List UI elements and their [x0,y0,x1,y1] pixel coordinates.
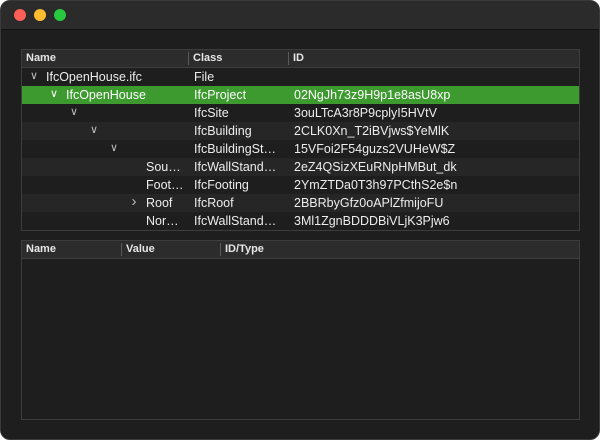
tree-row[interactable]: ∨ IfcOpenHouse IfcProject 02NgJh73z9H9p1e8a… [22,86,579,104]
tree-row-name: Sou… [146,160,181,174]
tree-row[interactable]: ∨ IfcOpenHouse.ifc File [22,68,579,86]
tree-row-id: 3Ml1ZgnBDDDBiVLjK3Pjw6 [294,214,450,228]
tree-row[interactable]: ∨ IfcBuilding 2CLK0Xn_T2iBVjws$YeMlK [22,122,579,140]
tree-body: ∨ IfcOpenHouse.ifc File ∨ IfcOpenHouse IfcPro… [22,68,579,230]
tree-row[interactable]: Foot… IfcFooting 2YmZTDa0T3h97PCthS2e$n [22,176,579,194]
tree-row-class: IfcBuildingSt… [194,142,276,156]
chevron-right-icon[interactable]: › [128,193,140,210]
app-window: Name Class ID ∨ IfcOpenHouse.ifc File ∨ IfcO… [0,0,600,440]
tree-row-id: 2YmZTDa0T3h97PCthS2e$n [294,178,458,192]
column-divider[interactable] [188,52,189,65]
close-window-button[interactable] [14,9,26,21]
tree-row-class: IfcBuilding [194,124,252,138]
entity-tree-view[interactable]: Name Class ID ∨ IfcOpenHouse.ifc File ∨ IfcO… [21,49,580,231]
tree-row-class: IfcProject [194,88,247,102]
column-header-value[interactable]: Value [126,243,155,255]
tree-row-id: 2BBRbyGfz0oAPlZfmijoFU [294,196,444,210]
tree-row-id: 2CLK0Xn_T2iBVjws$YeMlK [294,124,450,138]
column-header-id[interactable]: ID [293,52,304,64]
tree-row[interactable]: ∨ IfcSite 3ouLTcA3r8P9cplyI5HVtV [22,104,579,122]
column-divider[interactable] [220,243,221,256]
title-bar [1,1,599,30]
tree-row-name: Roof [146,196,173,210]
chevron-down-icon[interactable]: ∨ [28,69,40,82]
zoom-window-button[interactable] [54,9,66,21]
tree-row-id: 2eZ4QSizXEuRNpHMBut_dk [294,160,457,174]
column-divider[interactable] [121,243,122,256]
column-header-name[interactable]: Name [26,52,56,64]
tree-row-name: Nor… [146,214,179,228]
tree-row-class: IfcWallStand… [194,160,277,174]
tree-row-class: IfcRoof [194,196,234,210]
tree-row[interactable]: › Roof IfcRoof 2BBRbyGfz0oAPlZfmijoFU [22,193,579,212]
tree-row-class: File [194,70,215,84]
minimize-window-button[interactable] [34,9,46,21]
column-header-class[interactable]: Class [193,52,222,64]
tree-row-class: IfcSite [194,106,229,120]
properties-header: Name Value ID/Type [22,241,579,259]
tree-row-name: IfcOpenHouse [66,88,146,102]
tree-row-id: 15VFoi2F54guzs2VUHeW$Z [294,142,456,156]
column-divider[interactable] [288,52,289,65]
tree-row-id: 3ouLTcA3r8P9cplyI5HVtV [294,106,437,120]
tree-header: Name Class ID [22,50,579,68]
tree-row[interactable]: Nor… IfcWallStand… 3Ml1ZgnBDDDBiVLjK3Pjw6 [22,212,579,230]
chevron-down-icon[interactable]: ∨ [48,87,60,100]
column-header-id-type[interactable]: ID/Type [225,243,264,255]
tree-row[interactable]: Sou… IfcWallStand… 2eZ4QSizXEuRNpHMBut_dk [22,158,579,176]
chevron-down-icon[interactable]: ∨ [88,123,100,136]
chevron-down-icon[interactable]: ∨ [68,105,80,118]
tree-row-class: IfcWallStand… [194,214,277,228]
properties-view[interactable]: Name Value ID/Type [21,240,580,420]
tree-row-class: IfcFooting [194,178,249,192]
tree-row-name: IfcOpenHouse.ifc [46,70,142,84]
tree-row-name: Foot… [146,178,184,192]
chevron-down-icon[interactable]: ∨ [108,141,120,154]
column-header-name[interactable]: Name [26,243,56,255]
tree-row-id: 02NgJh73z9H9p1e8asU8xp [294,88,451,102]
tree-row[interactable]: ∨ IfcBuildingSt… 15VFoi2F54guzs2VUHeW$Z [22,140,579,158]
